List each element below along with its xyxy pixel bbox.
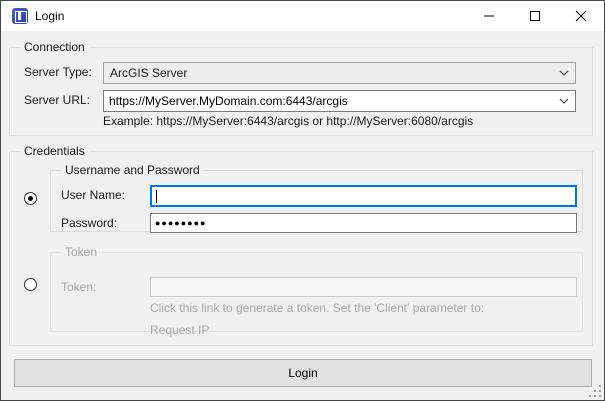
server-url-input[interactable] bbox=[104, 91, 555, 111]
token-radio[interactable] bbox=[24, 278, 37, 291]
server-url-example-text: Example: https://MyServer:6443/arcgis or… bbox=[103, 114, 473, 128]
maximize-icon bbox=[529, 10, 541, 22]
token-group-label: Token bbox=[61, 245, 101, 260]
token-input bbox=[151, 278, 576, 296]
close-icon bbox=[575, 10, 587, 22]
minimize-button[interactable] bbox=[466, 1, 512, 31]
password-label: Password: bbox=[61, 216, 117, 230]
token-group: Token Token: Click this link to generate… bbox=[50, 252, 583, 332]
window-title: Login bbox=[35, 9, 64, 23]
minimize-icon bbox=[483, 10, 495, 22]
username-password-group-label: Username and Password bbox=[61, 163, 204, 178]
app-form-icon bbox=[12, 8, 28, 24]
chevron-down-icon bbox=[559, 69, 569, 77]
password-field[interactable] bbox=[150, 213, 577, 233]
username-password-radio[interactable] bbox=[24, 192, 37, 205]
connection-group-label: Connection bbox=[20, 40, 89, 55]
credentials-group: Credentials Username and Password User N… bbox=[9, 151, 593, 346]
login-button[interactable]: Login bbox=[14, 359, 592, 387]
server-type-label: Server Type: bbox=[24, 65, 92, 79]
maximize-button[interactable] bbox=[512, 1, 558, 31]
server-url-combobox[interactable] bbox=[103, 90, 576, 112]
username-password-group: Username and Password User Name: Passwor… bbox=[50, 170, 583, 232]
server-type-value: ArcGIS Server bbox=[110, 66, 187, 80]
close-button[interactable] bbox=[558, 1, 604, 31]
chevron-down-icon bbox=[559, 97, 569, 105]
user-name-label: User Name: bbox=[61, 188, 125, 202]
token-label: Token: bbox=[61, 280, 96, 294]
token-field bbox=[150, 277, 577, 297]
credentials-group-label: Credentials bbox=[20, 144, 89, 159]
password-input[interactable] bbox=[151, 214, 576, 232]
user-name-field[interactable] bbox=[150, 185, 577, 207]
token-help-text: Click this link to generate a token. Set… bbox=[150, 301, 484, 315]
title-bar[interactable]: Login bbox=[1, 1, 604, 31]
server-url-label: Server URL: bbox=[24, 93, 90, 107]
user-name-input[interactable] bbox=[152, 187, 575, 205]
login-button-label: Login bbox=[288, 366, 317, 380]
login-dialog: Login Connection Server Type: bbox=[0, 0, 605, 401]
server-type-dropdown[interactable]: ArcGIS Server bbox=[103, 62, 576, 84]
resize-grip-handle[interactable] bbox=[589, 385, 601, 397]
connection-group: Connection Server Type: ArcGIS Server Se… bbox=[9, 47, 593, 136]
token-client-value-text: Request IP bbox=[150, 323, 209, 337]
